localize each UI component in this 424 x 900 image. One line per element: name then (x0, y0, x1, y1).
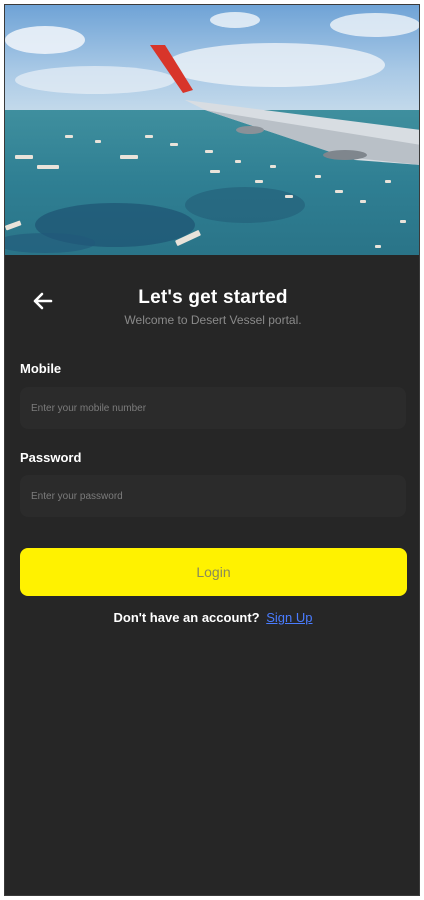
signup-prompt-text: Don't have an account? (113, 610, 260, 625)
login-panel: Let's get started Welcome to Desert Vess… (5, 255, 419, 895)
signup-link[interactable]: Sign Up (266, 610, 312, 625)
page-subtitle: Welcome to Desert Vessel portal. (124, 313, 302, 327)
app-screen: Let's get started Welcome to Desert Vess… (4, 4, 420, 896)
login-button[interactable]: Login (20, 548, 407, 596)
password-label: Password (20, 450, 82, 465)
page-title: Let's get started (138, 287, 288, 308)
mobile-input[interactable] (20, 387, 406, 429)
password-input[interactable] (20, 475, 406, 517)
mobile-label: Mobile (20, 361, 62, 376)
signup-prompt: Don't have an account? Sign Up (5, 610, 419, 625)
hero-image (5, 5, 419, 255)
